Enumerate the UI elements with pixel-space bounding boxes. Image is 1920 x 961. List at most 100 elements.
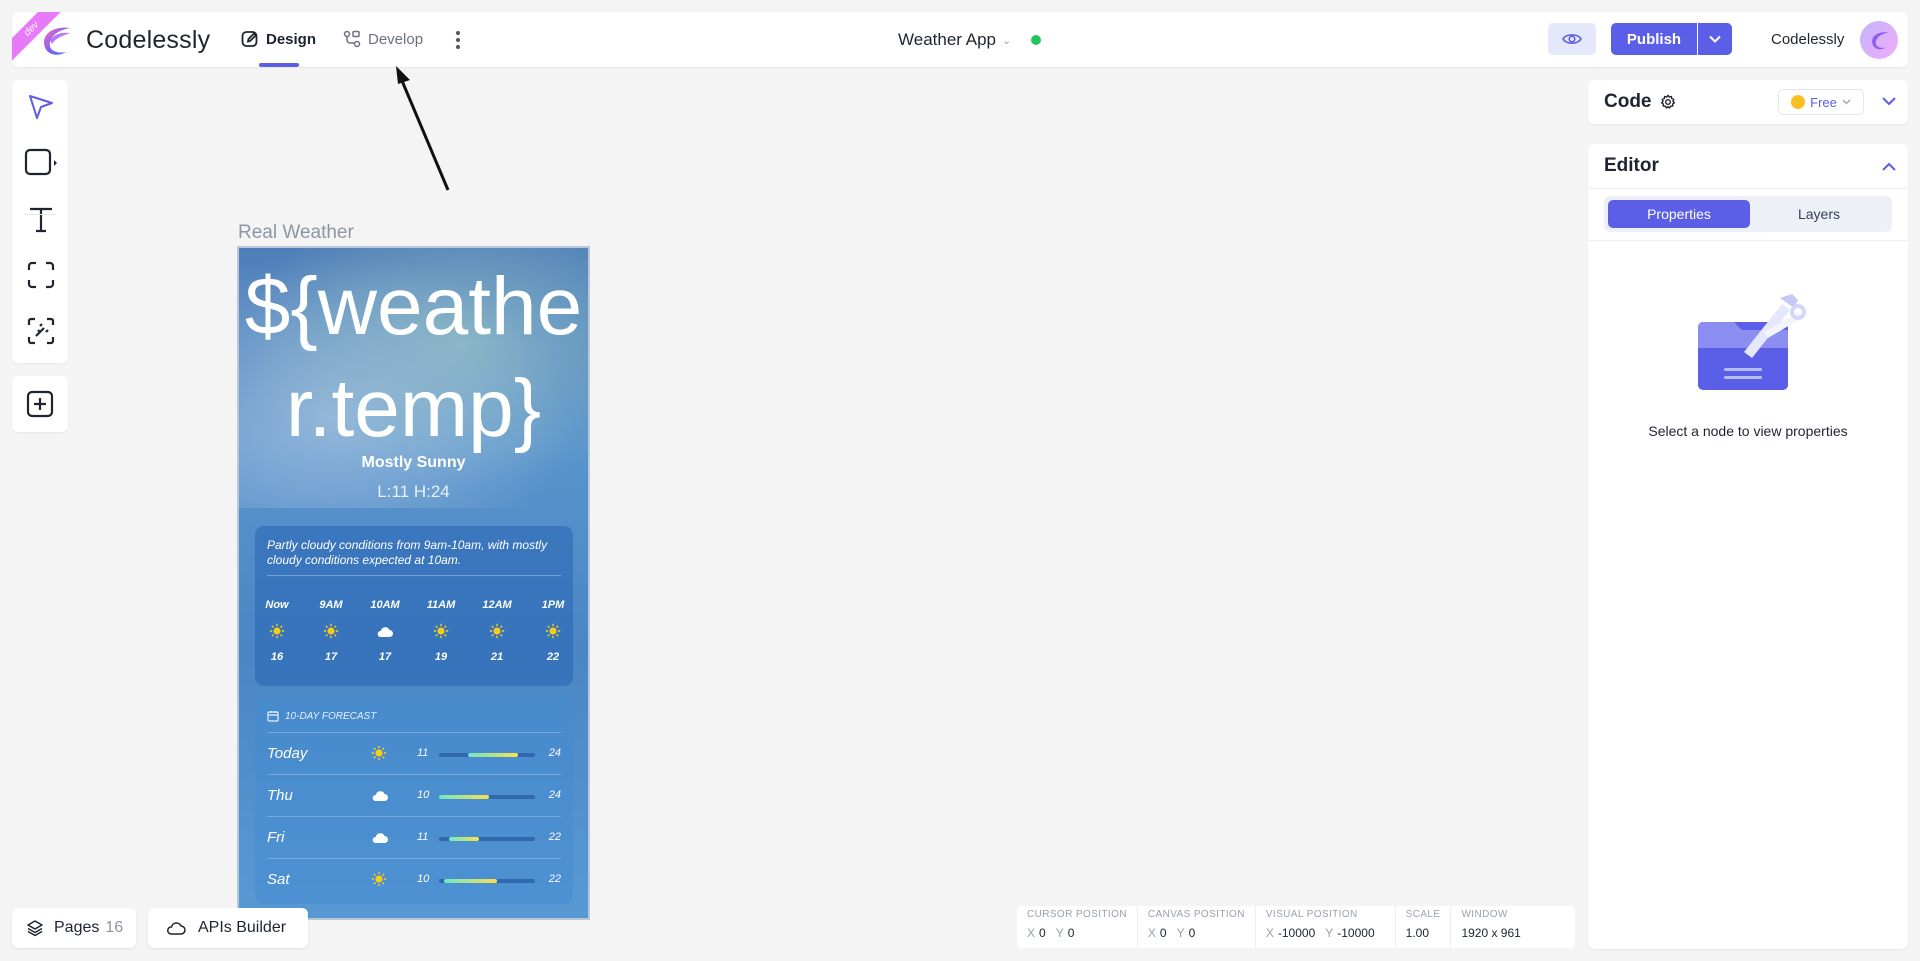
editor-title: Editor <box>1604 155 1659 176</box>
select-icon <box>29 95 53 119</box>
magic-tool-button[interactable] <box>24 314 58 348</box>
hi-lo-text[interactable]: L:11 H:24 <box>239 482 588 502</box>
hour-label: 9AM <box>319 599 343 611</box>
calendar-icon <box>267 711 279 722</box>
forecast-high: 24 <box>548 789 561 801</box>
cursor-position-label: CURSOR POSITION <box>1027 909 1127 920</box>
hour-column: 11AM 19 <box>423 599 459 663</box>
project-selector[interactable]: Weather App ⌄ <box>898 30 1011 50</box>
codelessly-logo-icon[interactable] <box>38 24 72 56</box>
avatar[interactable] <box>1860 21 1898 59</box>
user-name[interactable]: Codelessly <box>1771 31 1844 48</box>
cloud-icon <box>372 791 388 801</box>
forecast-day: Thu <box>267 787 293 804</box>
preview-button[interactable] <box>1548 23 1596 55</box>
y-key: Y <box>1325 926 1334 940</box>
tab-properties[interactable]: Properties <box>1608 200 1750 228</box>
hour-column: 10AM 17 <box>367 599 403 663</box>
apis-builder-button[interactable]: APIs Builder <box>148 908 308 948</box>
tab-design[interactable]: Design <box>240 29 316 49</box>
x-key: X <box>1027 926 1036 940</box>
x-key: X <box>1265 926 1274 940</box>
sun-icon <box>371 871 387 887</box>
chevron-down-icon <box>1842 99 1851 105</box>
plan-label: Free <box>1810 94 1837 110</box>
sun-icon <box>433 623 449 639</box>
text-tool-button[interactable] <box>24 202 58 236</box>
temperature-range-fill <box>448 837 480 841</box>
temperature-text[interactable]: ${weather.temp} <box>239 256 588 460</box>
canvas-x: 0 <box>1159 926 1167 940</box>
editor-panel: Editor Properties Layers Select a node t… <box>1588 144 1908 949</box>
hour-weather-icon <box>367 623 403 641</box>
tab-layers[interactable]: Layers <box>1748 200 1890 228</box>
magic-icon <box>27 317 55 345</box>
pages-label: Pages <box>54 919 100 936</box>
forecast-high: 22 <box>548 831 561 843</box>
frame-label[interactable]: Real Weather <box>238 222 354 244</box>
pages-count: 16 <box>105 919 124 936</box>
visual-position-label: VISUAL POSITION <box>1265 909 1358 920</box>
cloud-icon <box>377 627 393 637</box>
tab-design-label: Design <box>266 30 317 48</box>
chevron-down-icon <box>1709 35 1721 43</box>
publish-button[interactable]: Publish <box>1611 23 1697 55</box>
forecast-row[interactable]: Thu 10 24 <box>267 774 561 816</box>
empty-state-text: Select a node to view properties <box>1648 423 1848 439</box>
cursor-position: CURSOR POSITION X0Y0 <box>1017 906 1138 948</box>
active-tab-indicator <box>259 63 299 67</box>
chevron-up-icon[interactable] <box>1880 158 1898 176</box>
hour-temp: 19 <box>434 651 448 663</box>
forecast-row[interactable]: Sat 10 22 <box>267 858 561 900</box>
temperature-range-fill <box>439 795 489 799</box>
condition-text[interactable]: Mostly Sunny <box>239 454 588 472</box>
temperature-range-bar <box>439 795 535 799</box>
hour-label: 1PM <box>541 599 565 611</box>
forecast-title: 10-DAY FORECAST <box>285 710 377 722</box>
coin-icon <box>1791 95 1806 109</box>
temperature-range-bar <box>439 753 535 757</box>
apis-builder-label: APIs Builder <box>198 919 287 936</box>
add-component-button[interactable] <box>12 376 68 432</box>
tab-develop[interactable]: Develop <box>342 29 423 49</box>
hour-temp: 17 <box>324 651 338 663</box>
hour-column: Now 16 <box>259 599 295 663</box>
add-icon <box>26 390 54 418</box>
divider <box>267 575 561 576</box>
rectangle-tool-button[interactable] <box>24 146 58 180</box>
hour-weather-icon <box>479 623 515 641</box>
gear-icon[interactable] <box>1660 94 1676 110</box>
code-title[interactable]: Code <box>1604 91 1676 113</box>
temperature-range-fill <box>467 753 518 757</box>
pages-button[interactable]: Pages 16 <box>12 908 136 948</box>
sun-icon <box>371 745 387 761</box>
forecast-header: 10-DAY FORECAST <box>267 710 376 722</box>
forecast-day: Today <box>267 745 308 762</box>
hour-column: 9AM 17 <box>313 599 349 663</box>
publish-options-button[interactable] <box>1698 23 1732 55</box>
hour-label: Now <box>265 599 289 611</box>
flow-nodes-icon <box>343 30 361 48</box>
weather-frame[interactable]: ${weather.temp} Mostly Sunny L:11 H:24 P… <box>237 246 590 920</box>
chevron-down-icon[interactable] <box>1880 92 1898 110</box>
frame-tool-button[interactable] <box>24 258 58 292</box>
hourly-note: Partly cloudy conditions from 9am-10am, … <box>267 538 548 567</box>
cursor-x: 0 <box>1039 926 1046 940</box>
divider <box>1588 188 1908 189</box>
hour-label: 11AM <box>426 599 456 611</box>
ten-day-forecast-card[interactable]: 10-DAY FORECAST Today 11 24 Thu 10 24 Fri 11 22 S… <box>255 698 573 904</box>
x-key: X <box>1147 926 1156 940</box>
hour-column: 1PM 22 <box>535 599 571 663</box>
forecast-low: 10 <box>417 789 430 801</box>
frame-icon <box>27 261 55 289</box>
canvas-y: 0 <box>1188 926 1196 940</box>
forecast-row[interactable]: Today 11 24 <box>267 732 561 774</box>
forecast-high: 22 <box>548 873 561 885</box>
top-bar: dev Codelessly Design Develop Weather Ap… <box>12 12 1908 67</box>
forecast-low: 11 <box>417 747 429 759</box>
hourly-forecast-card[interactable]: Partly cloudy conditions from 9am-10am, … <box>255 526 573 686</box>
more-options-icon[interactable] <box>448 29 468 51</box>
select-tool-button[interactable] <box>24 90 58 124</box>
forecast-row[interactable]: Fri 11 22 <box>267 816 561 858</box>
plan-selector[interactable]: Free <box>1778 89 1864 115</box>
